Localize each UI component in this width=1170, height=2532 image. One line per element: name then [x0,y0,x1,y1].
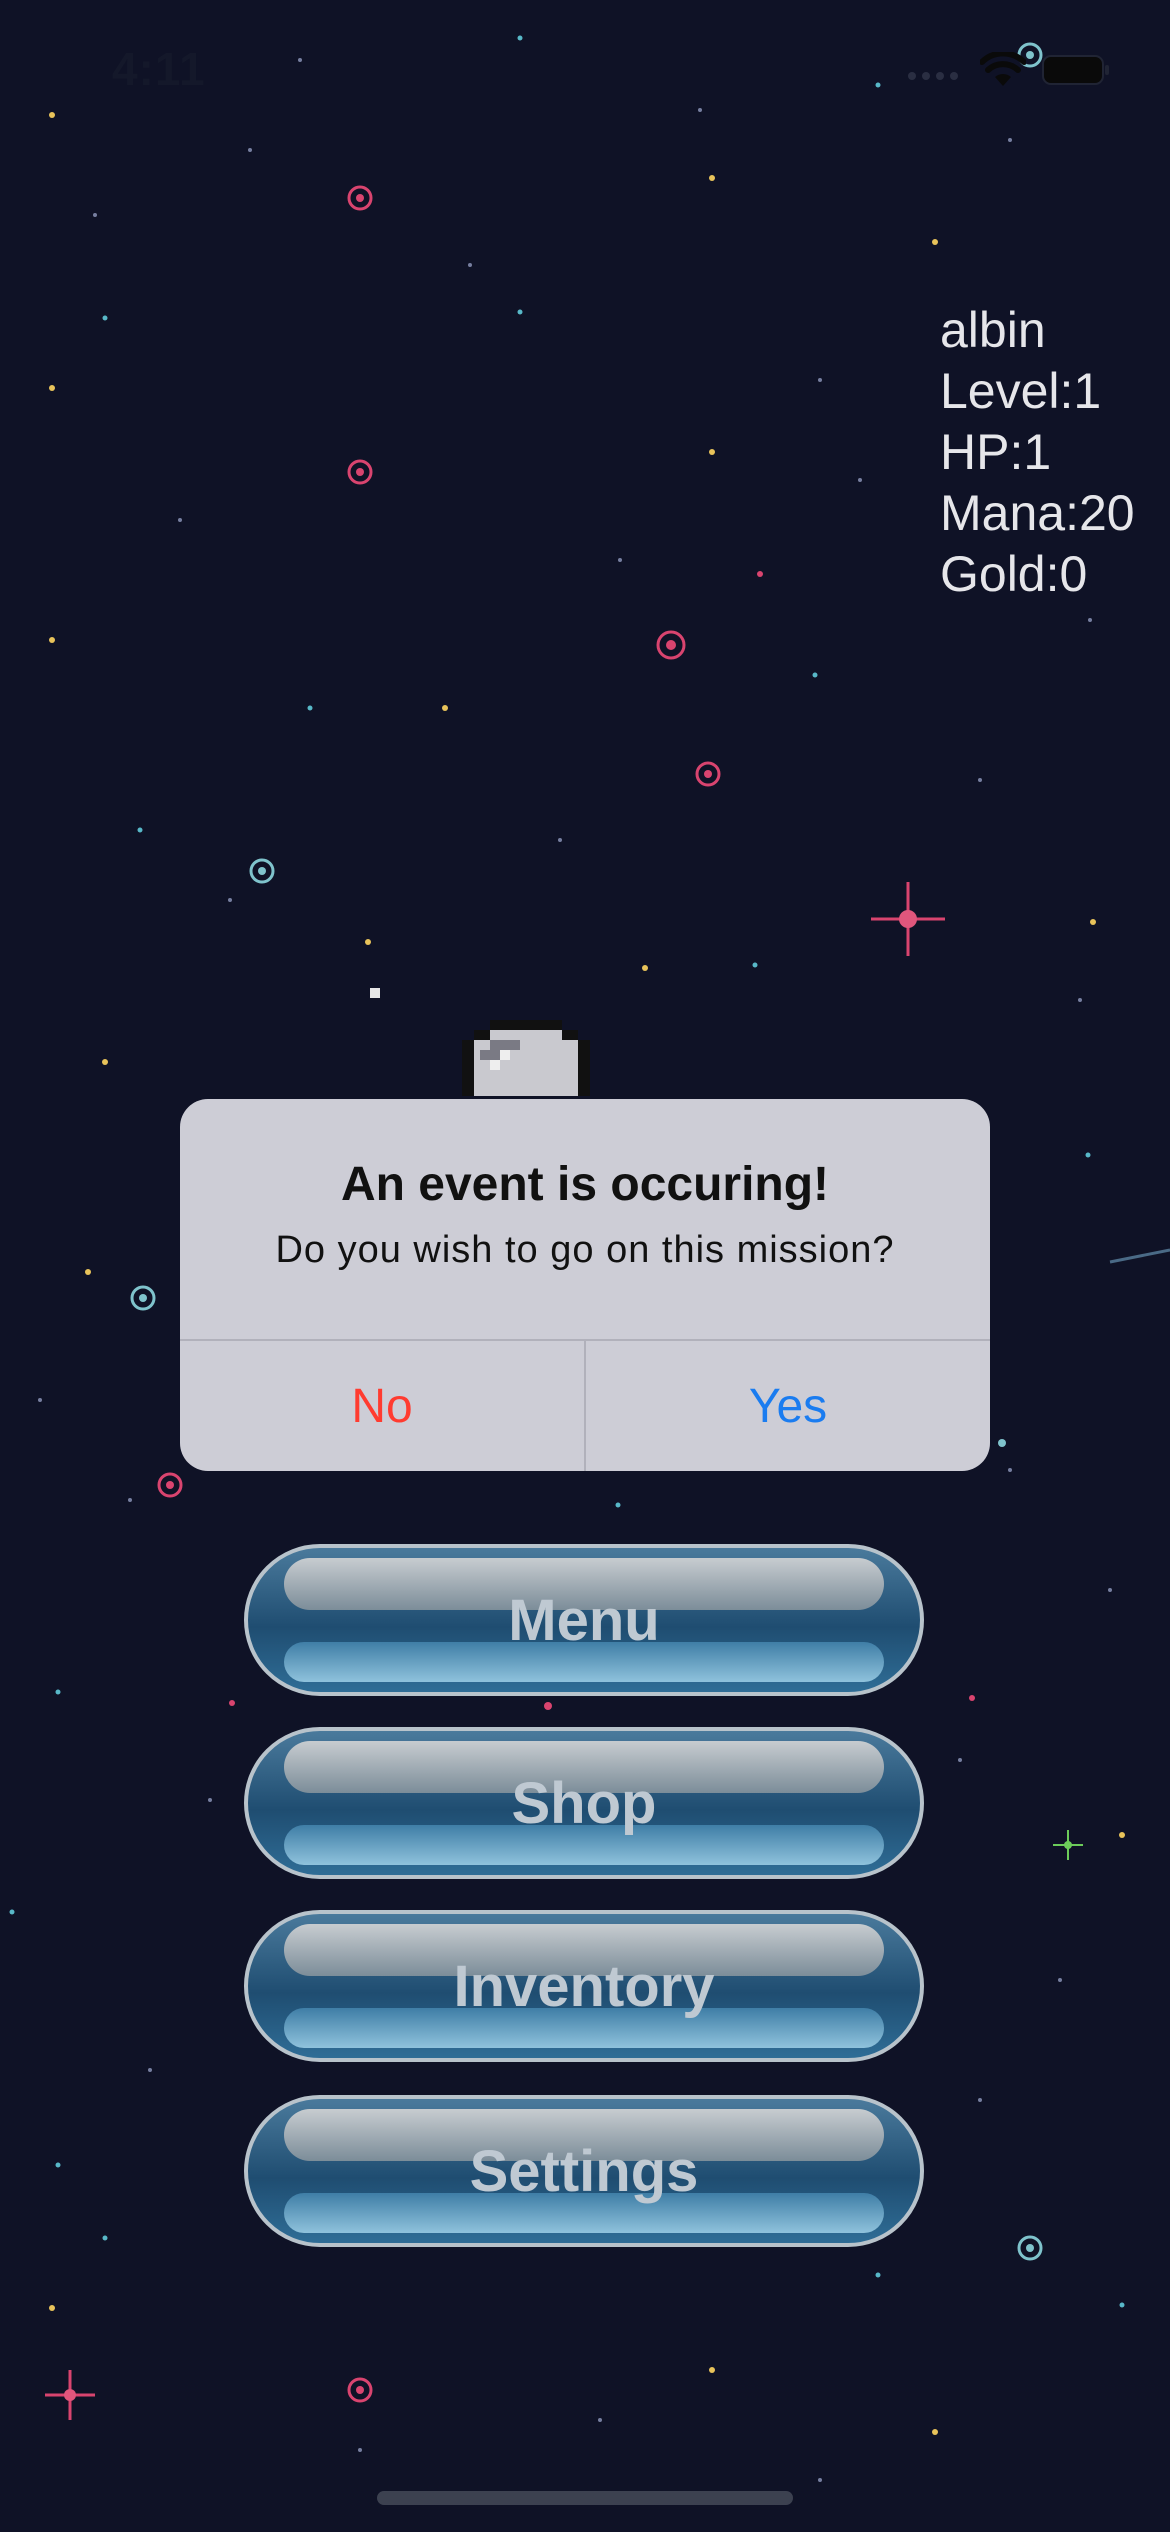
alert-yes-button[interactable]: Yes [586,1341,990,1471]
settings-button[interactable]: Settings [244,2095,924,2247]
shop-button[interactable]: Shop [244,1727,924,1879]
alert-message: Do you wish to go on this mission? [275,1229,895,1271]
alert-title: An event is occuring! [340,1158,830,1211]
wifi-icon [980,52,1026,86]
player-hp: HP:1 [940,424,1052,480]
player-mana: Mana:20 [940,485,1135,541]
player-name: albin [940,302,1046,358]
home-indicator[interactable] [377,2491,793,2505]
pixel-particle [370,988,380,998]
inventory-button-label: Inventory [453,1953,715,2019]
shop-button-label: Shop [511,1770,657,1836]
player-level: Level:1 [940,363,1102,419]
player-stats-panel: albin Level:1 HP:1 Mana:20 Gold:0 [940,300,1135,605]
settings-button-label: Settings [469,2138,699,2204]
alert-no-button[interactable]: No [180,1341,584,1471]
battery-icon [1042,55,1109,85]
player-gold: Gold:0 [940,546,1088,602]
inventory-button[interactable]: Inventory [244,1910,924,2062]
spaceship-sprite [462,1020,590,1096]
event-alert-dialog: An event is occuring! Do you wish to go … [180,1099,990,1471]
status-bar-time: 4:11 [112,43,206,95]
menu-button[interactable]: Menu [244,1544,924,1696]
cellular-signal-icon [908,72,958,80]
menu-button-label: Menu [508,1587,660,1653]
status-bar-icons [904,52,1110,88]
